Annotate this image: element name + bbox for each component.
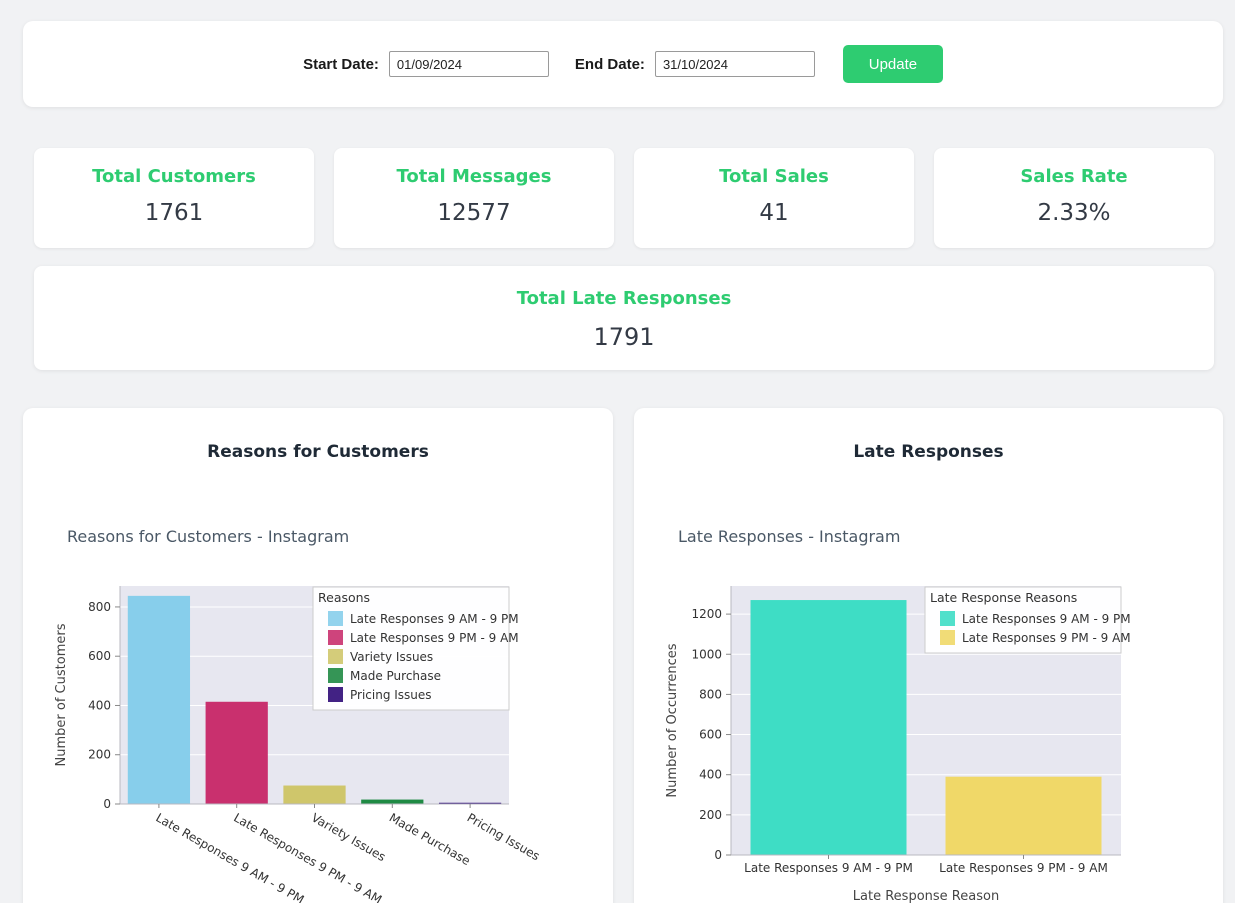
reasons-for-customers-bar-chart: Reasons for Customers - Instagram 0 200 400…: [54, 527, 543, 903]
stat-card-total-customers: Total Customers 1761: [34, 148, 314, 248]
bar: [283, 785, 346, 804]
y-tick-label: 1000: [691, 647, 722, 661]
bar: [945, 776, 1102, 855]
legend-label: Pricing Issues: [350, 688, 432, 702]
y-tick-label: 0: [714, 848, 722, 862]
x-tick-label: Late Responses 9 PM - 9 AM: [231, 810, 384, 903]
legend-label: Late Responses 9 AM - 9 PM: [350, 612, 519, 626]
late-responses-bar-chart: Late Responses - Instagram 0 200 400 600 800 1…: [665, 527, 1131, 903]
legend-swatch: [940, 611, 955, 626]
reasons-panel-title: Reasons for Customers: [207, 442, 429, 462]
x-tick-label: Late Responses 9 AM - 9 PM: [744, 861, 913, 875]
chart-title: Late Responses - Instagram: [678, 527, 900, 546]
legend-swatch: [940, 630, 955, 645]
legend-swatch: [328, 668, 343, 683]
y-tick-label: 800: [88, 600, 111, 614]
stat-value: 2.33%: [1037, 200, 1111, 226]
y-tick-label: 400: [88, 698, 111, 712]
legend-label: Late Responses 9 PM - 9 AM: [350, 631, 519, 645]
x-tick-label: Pricing Issues: [465, 810, 543, 863]
legend-swatch: [328, 687, 343, 702]
reasons-for-customers-panel: Reasons for Customers Reasons for Custom…: [23, 408, 613, 903]
stat-card-sales-rate: Sales Rate 2.33%: [934, 148, 1214, 248]
y-axis-title: Number of Customers: [54, 623, 69, 766]
update-button[interactable]: Update: [842, 45, 943, 83]
x-tick-label: Late Responses 9 AM - 9 PM: [153, 810, 306, 903]
stat-card-total-messages: Total Messages 12577: [334, 148, 614, 248]
bar: [750, 600, 907, 855]
x-tick-label: Made Purchase: [387, 810, 473, 868]
legend-label: Late Responses 9 PM - 9 AM: [962, 631, 1131, 645]
y-tick-label: 200: [88, 748, 111, 762]
stat-value: 12577: [437, 200, 511, 226]
stat-value: 41: [759, 200, 789, 226]
stat-value: 1761: [144, 200, 204, 226]
y-tick-label: 400: [699, 768, 722, 782]
x-tick-label: Late Responses 9 PM - 9 AM: [939, 861, 1108, 875]
legend-swatch: [328, 649, 343, 664]
stat-title: Total Customers: [92, 166, 256, 187]
stat-card-total-late-responses: Total Late Responses 1791: [34, 266, 1214, 370]
legend-title: Reasons: [318, 590, 370, 605]
x-axis-title: Late Response Reason: [853, 889, 999, 903]
bar: [361, 799, 424, 804]
start-date-label: Start Date:: [303, 55, 379, 73]
stat-card-total-sales: Total Sales 41: [634, 148, 914, 248]
end-date-input[interactable]: [654, 51, 815, 77]
legend-label: Made Purchase: [350, 669, 441, 683]
start-date-input[interactable]: [388, 51, 549, 77]
y-tick-label: 200: [699, 808, 722, 822]
date-filter-bar: Start Date: End Date: Update: [23, 21, 1223, 107]
chart-title: Reasons for Customers - Instagram: [67, 527, 349, 546]
legend-title: Late Response Reasons: [930, 590, 1077, 605]
y-tick-label: 1200: [691, 607, 722, 621]
y-tick-label: 600: [88, 649, 111, 663]
y-tick-label: 800: [699, 687, 722, 701]
late-responses-panel-title: Late Responses: [853, 442, 1004, 462]
stats-row: Total Customers 1761 Total Messages 1257…: [34, 148, 1214, 248]
legend-label: Variety Issues: [350, 650, 433, 664]
end-date-label: End Date:: [574, 55, 645, 73]
late-responses-panel: Late Responses Late Responses - Instagra…: [634, 408, 1223, 903]
stat-title: Sales Rate: [1020, 166, 1128, 187]
stat-title: Total Messages: [396, 166, 552, 187]
x-tick-label: Variety Issues: [309, 810, 388, 864]
legend-label: Late Responses 9 AM - 9 PM: [962, 612, 1131, 626]
stat-title: Total Sales: [719, 166, 829, 187]
y-axis-title: Number of Occurrences: [665, 643, 680, 797]
legend-swatch: [328, 611, 343, 626]
stat-value: 1791: [593, 323, 655, 351]
stat-title: Total Late Responses: [516, 288, 732, 309]
bar: [127, 595, 191, 804]
y-tick-label: 0: [103, 797, 111, 811]
y-tick-label: 600: [699, 728, 722, 742]
legend-swatch: [328, 630, 343, 645]
bar: [205, 701, 268, 804]
